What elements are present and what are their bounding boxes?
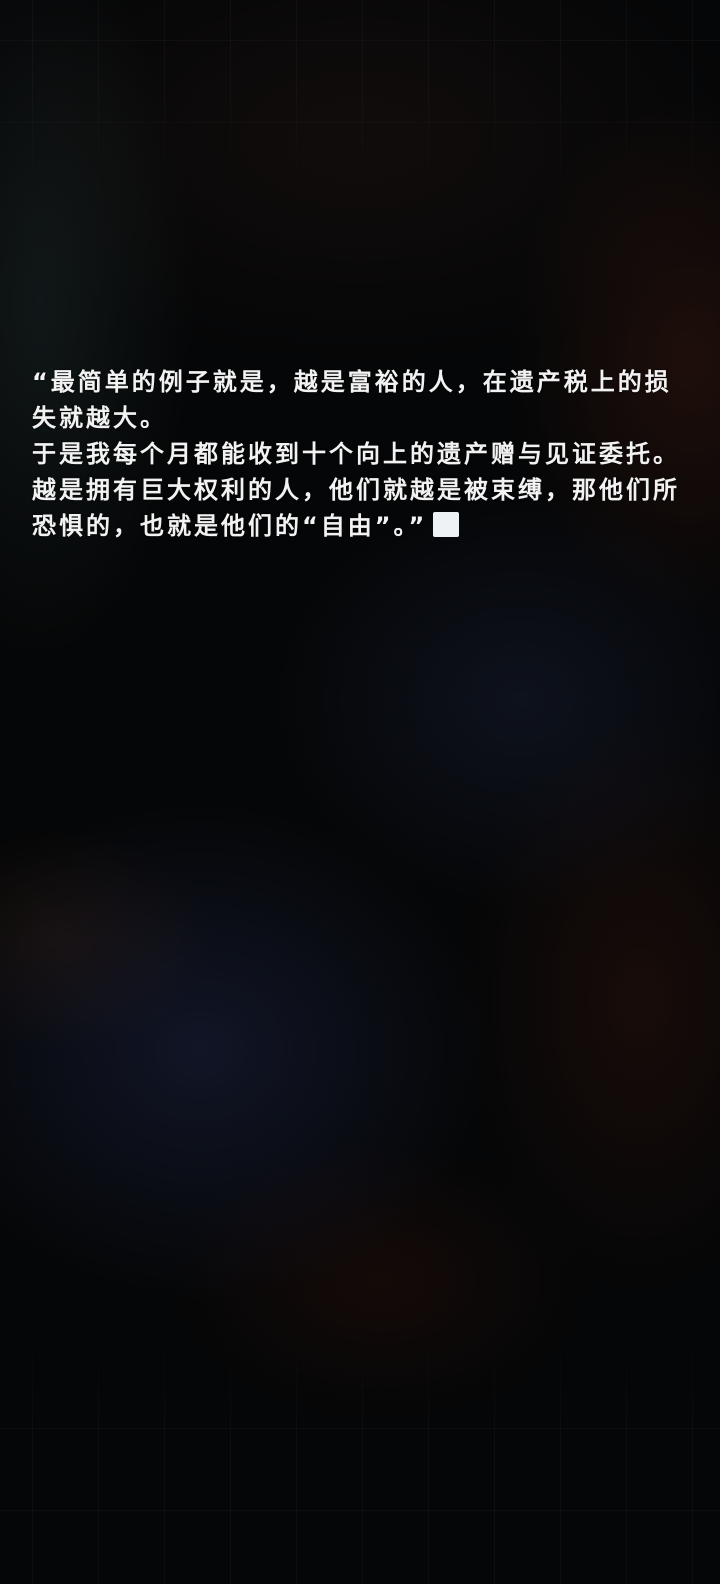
dialogue-text: “最简单的例子就是，越是富裕的人，在遗产税上的损失就越大。 于是我每个月都能收到… [32,364,692,544]
game-screen[interactable]: “最简单的例子就是，越是富裕的人，在遗产税上的损失就越大。 于是我每个月都能收到… [0,0,720,1584]
square-cursor-icon[interactable] [433,512,460,537]
dialogue-line: 于是我每个月都能收到十个向上的遗产赠与见证委托。 [32,440,680,468]
dialogue-line-text: 越是拥有巨大权利的人，他们就越是被束缚，那他们所恐惧的，也就是他们的“自由”。” [32,476,680,540]
grid-overlay-top [0,0,720,200]
dialogue-line: “最简单的例子就是，越是富裕的人，在遗产税上的损失就越大。 [32,368,672,432]
grid-overlay-bottom [0,1324,720,1584]
dialogue-line-last: 越是拥有巨大权利的人，他们就越是被束缚，那他们所恐惧的，也就是他们的“自由”。” [32,472,692,544]
